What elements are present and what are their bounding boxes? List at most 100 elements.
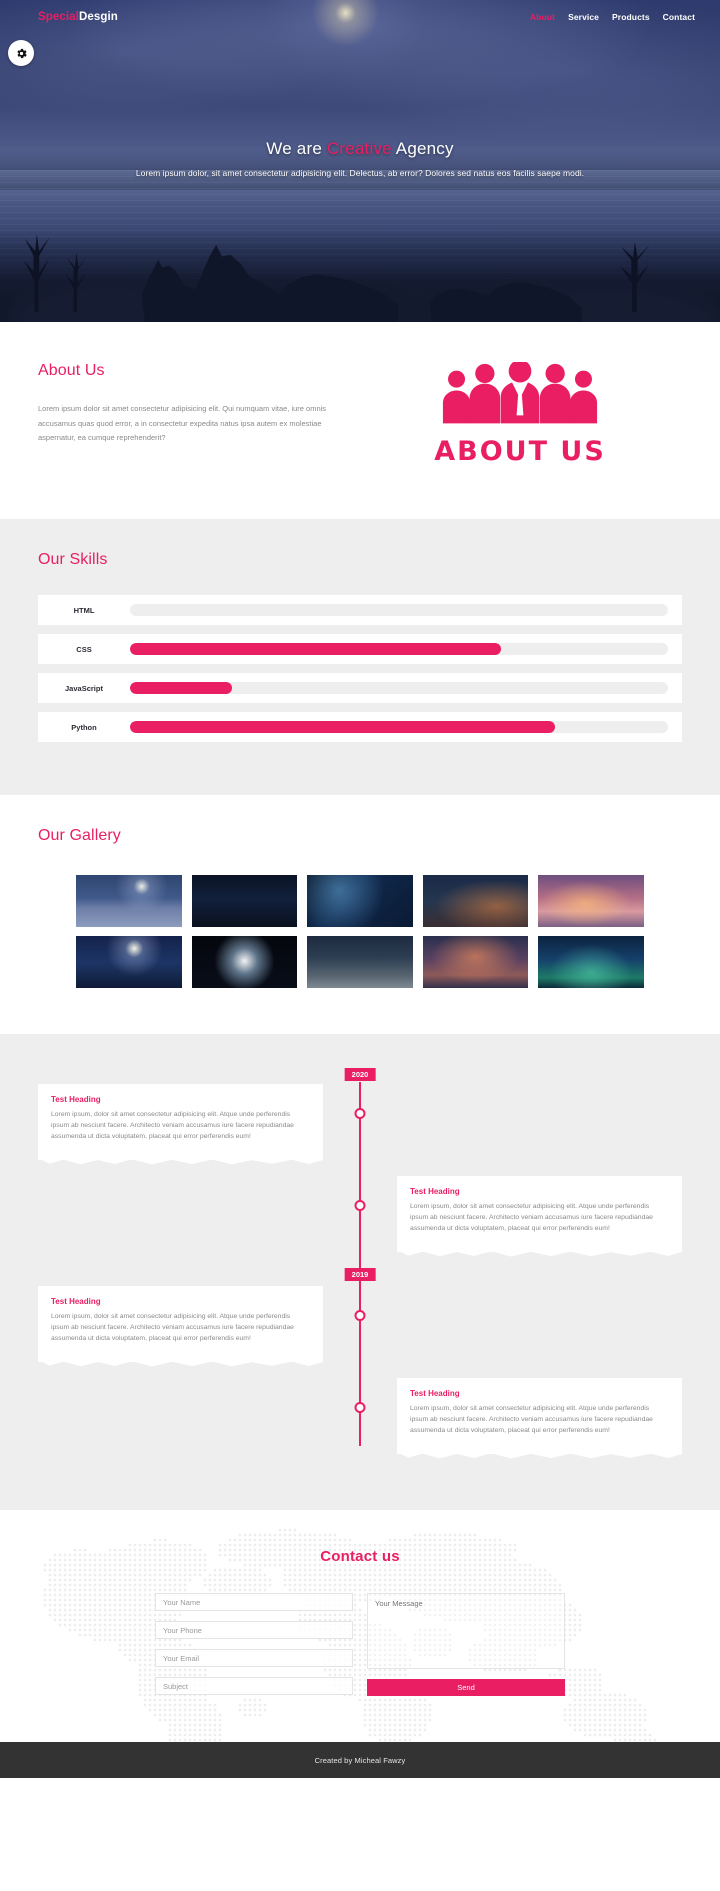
contact-title: Contact us (320, 1548, 400, 1565)
contact-form-left-column (155, 1593, 353, 1696)
wolf-silhouette-icon (196, 244, 292, 322)
timeline-card-heading: Test Heading (51, 1095, 101, 1104)
hero-ground (0, 230, 720, 322)
timeline-dot (354, 1310, 366, 1321)
name-input[interactable] (155, 1593, 353, 1611)
hero-subtitle: Lorem ipsum dolor, sit amet consectetur … (135, 168, 585, 178)
about-paragraph: Lorem ipsum dolor sit amet consectetur a… (38, 404, 327, 443)
gallery-image-5[interactable] (538, 875, 644, 927)
about-title: About Us (38, 362, 105, 379)
settings-toggle-button[interactable] (8, 40, 34, 66)
timeline-card-body: Lorem ipsum, dolor sit amet consectetur … (410, 1203, 653, 1232)
timeline-entry: Test Heading Lorem ipsum, dolor sit amet… (0, 1084, 720, 1160)
timeline-card: Test Heading Lorem ipsum, dolor sit amet… (38, 1286, 323, 1362)
skill-label: JavaScript (65, 683, 103, 693)
skill-progress-track (130, 721, 668, 733)
timeline-card-heading: Test Heading (51, 1297, 101, 1306)
skill-label: HTML (73, 605, 95, 615)
skill-progress-fill (130, 682, 233, 694)
hero-text-block: We are Creative Agency Lorem ipsum dolor… (0, 139, 720, 178)
footer-credit-text: Created by Micheal Fawzy (314, 1755, 406, 1765)
contact-form-right-column: Send (367, 1593, 565, 1696)
skills-list: HTML CSS JavaScript Python (38, 595, 682, 742)
hero-title: We are Creative Agency (40, 139, 680, 159)
hero-title-pre: We are (266, 139, 327, 158)
timeline-dot (354, 1402, 366, 1413)
logo-first-word: Special (38, 11, 79, 23)
nav-link-contact[interactable]: Contact (663, 12, 695, 22)
people-group-icon (442, 362, 598, 424)
nav-link-service[interactable]: Service (568, 12, 599, 22)
gallery-section: Our Gallery (0, 795, 720, 1034)
skill-row-css: CSS (38, 634, 682, 664)
skill-progress-fill (130, 721, 556, 733)
send-button[interactable]: Send (367, 1679, 565, 1696)
timeline-section: 2020 Test Heading Lorem ipsum, dolor sit… (0, 1034, 720, 1510)
timeline-card-heading: Test Heading (410, 1389, 460, 1398)
top-navbar: SpecialDesgin About Service Products Con… (0, 0, 720, 34)
timeline-card-body: Lorem ipsum, dolor sit amet consectetur … (51, 1313, 294, 1342)
skill-row-javascript: JavaScript (38, 673, 682, 703)
gallery-image-7[interactable] (191, 936, 298, 988)
contact-inner: Contact us Send (0, 1548, 720, 1696)
timeline-card-body: Lorem ipsum, dolor sit amet consectetur … (51, 1111, 294, 1140)
skill-progress-track (130, 643, 668, 655)
hero-section: SpecialDesgin About Service Products Con… (0, 0, 720, 322)
about-section: About Us Lorem ipsum dolor sit amet cons… (0, 322, 720, 519)
subject-input[interactable] (155, 1677, 353, 1695)
skill-row-html: HTML (38, 595, 682, 625)
wolf-silhouette-icon (486, 282, 582, 322)
tree-silhouette-icon (65, 252, 86, 312)
gallery-image-3[interactable] (307, 875, 413, 927)
timeline-inner: 2020 Test Heading Lorem ipsum, dolor sit… (0, 1068, 720, 1454)
timeline-card-body: Lorem ipsum, dolor sit amet consectetur … (410, 1405, 653, 1434)
wolf-silhouette-icon (278, 274, 398, 322)
gear-icon (16, 48, 27, 58)
skill-progress-track (130, 682, 668, 694)
tree-silhouette-icon (619, 242, 650, 312)
nav-links: About Service Products Contact (530, 12, 695, 22)
timeline-card: Test Heading Lorem ipsum, dolor sit amet… (397, 1378, 682, 1454)
gallery-title: Our Gallery (38, 827, 121, 844)
timeline-entry: Test Heading Lorem ipsum, dolor sit amet… (0, 1286, 720, 1362)
timeline-card: Test Heading Lorem ipsum, dolor sit amet… (38, 1084, 323, 1160)
message-textarea[interactable] (367, 1593, 565, 1669)
skill-row-python: Python (38, 712, 682, 742)
about-text-column: About Us Lorem ipsum dolor sit amet cons… (38, 356, 358, 446)
skill-progress-fill (130, 643, 502, 655)
email-input[interactable] (155, 1649, 353, 1667)
about-image-column: ABOUT US (358, 356, 682, 467)
site-logo[interactable]: SpecialDesgin (38, 11, 118, 23)
hero-title-accent: Creative (326, 139, 392, 158)
hero-title-post: Agency (391, 139, 454, 158)
timeline-entry: Test Heading Lorem ipsum, dolor sit amet… (0, 1378, 720, 1454)
contact-section: Contact us Send (0, 1510, 720, 1742)
timeline-dot (354, 1200, 366, 1211)
skills-title: Our Skills (38, 551, 108, 568)
gallery-image-6[interactable] (76, 936, 182, 988)
phone-input[interactable] (155, 1621, 353, 1639)
gallery-image-8[interactable] (307, 936, 413, 988)
gallery-image-2[interactable] (191, 875, 298, 927)
skills-section: Our Skills HTML CSS JavaScript Python (0, 519, 720, 795)
about-image-caption: ABOUT US (434, 436, 606, 467)
gallery-image-10[interactable] (538, 936, 644, 988)
gallery-image-1[interactable] (76, 875, 182, 927)
tree-silhouette-icon (24, 234, 50, 312)
logo-second-word: Desgin (78, 11, 118, 23)
gallery-grid (38, 875, 682, 988)
skill-progress-track (130, 604, 668, 616)
contact-form: Send (0, 1593, 720, 1696)
skill-label: CSS (76, 644, 92, 654)
timeline-entry: Test Heading Lorem ipsum, dolor sit amet… (0, 1176, 720, 1252)
page-footer: Created by Micheal Fawzy (0, 1742, 720, 1778)
nav-link-about[interactable]: About (530, 12, 555, 22)
nav-link-products[interactable]: Products (612, 12, 650, 22)
timeline-card-heading: Test Heading (410, 1187, 460, 1196)
skill-label: Python (71, 722, 97, 732)
gallery-image-4[interactable] (422, 875, 529, 927)
timeline-year-badge-2019: 2019 (344, 1268, 376, 1281)
timeline-card: Test Heading Lorem ipsum, dolor sit amet… (397, 1176, 682, 1252)
timeline-dot (354, 1108, 366, 1119)
gallery-image-9[interactable] (422, 936, 529, 988)
